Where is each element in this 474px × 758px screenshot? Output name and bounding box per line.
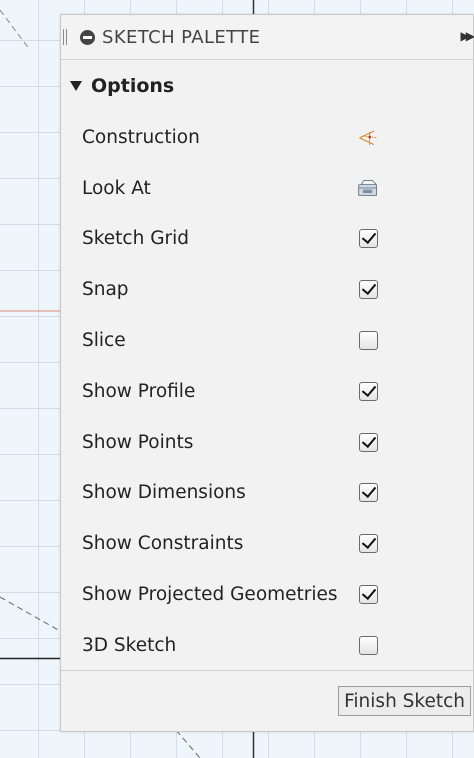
- option-show-points: Show Points: [61, 417, 473, 468]
- show-profile-checkbox[interactable]: [358, 381, 378, 401]
- option-label: Look At: [82, 177, 151, 199]
- option-show-profile: Show Profile: [61, 366, 473, 417]
- slice-checkbox[interactable]: [358, 331, 378, 351]
- sketch-palette: SKETCH PALETTE ▶▶ Options Construction L…: [60, 14, 474, 732]
- look-at-icon[interactable]: [357, 177, 379, 199]
- options-list: Construction Look At Sketch Grid Snap Sl…: [61, 112, 473, 671]
- drag-handle-icon[interactable]: [63, 29, 67, 45]
- option-label: Snap: [82, 279, 129, 301]
- option-look-at: Look At: [61, 163, 473, 214]
- option-construction: Construction: [61, 112, 473, 163]
- option-sketch-grid: Sketch Grid: [61, 214, 473, 265]
- palette-title: SKETCH PALETTE: [102, 26, 261, 48]
- 3d-sketch-checkbox[interactable]: [358, 635, 378, 655]
- disclosure-triangle-icon[interactable]: [70, 81, 82, 91]
- show-constraints-checkbox[interactable]: [358, 534, 378, 554]
- option-label: Show Points: [82, 431, 194, 453]
- option-label: 3D Sketch: [82, 634, 177, 656]
- palette-header[interactable]: SKETCH PALETTE ▶▶: [61, 15, 474, 60]
- option-label: Show Projected Geometries: [82, 584, 338, 606]
- palette-footer: Finish Sketch: [61, 670, 473, 731]
- option-label: Sketch Grid: [82, 228, 190, 250]
- option-show-constraints: Show Constraints: [61, 518, 473, 569]
- option-label: Show Dimensions: [82, 482, 246, 504]
- option-label: Slice: [82, 330, 126, 352]
- sketch-grid-checkbox[interactable]: [358, 229, 378, 249]
- show-dimensions-checkbox[interactable]: [358, 483, 378, 503]
- snap-checkbox[interactable]: [358, 280, 378, 300]
- option-snap: Snap: [61, 264, 473, 315]
- option-slice: Slice: [61, 315, 473, 366]
- finish-sketch-button[interactable]: Finish Sketch: [338, 686, 471, 716]
- option-label: Show Profile: [82, 380, 196, 402]
- options-section-header[interactable]: Options: [61, 62, 473, 110]
- show-points-checkbox[interactable]: [358, 432, 378, 452]
- construction-icon[interactable]: [357, 126, 379, 148]
- show-projected-geometries-checkbox[interactable]: [358, 585, 378, 605]
- options-title: Options: [91, 75, 175, 97]
- expand-arrows-icon[interactable]: ▶▶: [461, 29, 474, 43]
- option-show-dimensions: Show Dimensions: [61, 468, 473, 519]
- option-label: Construction: [82, 126, 200, 148]
- option-label: Show Constraints: [82, 533, 244, 555]
- collapse-palette-icon[interactable]: [80, 29, 95, 45]
- option-3d-sketch: 3D Sketch: [61, 620, 473, 671]
- option-show-projected-geometries: Show Projected Geometries: [61, 569, 473, 620]
